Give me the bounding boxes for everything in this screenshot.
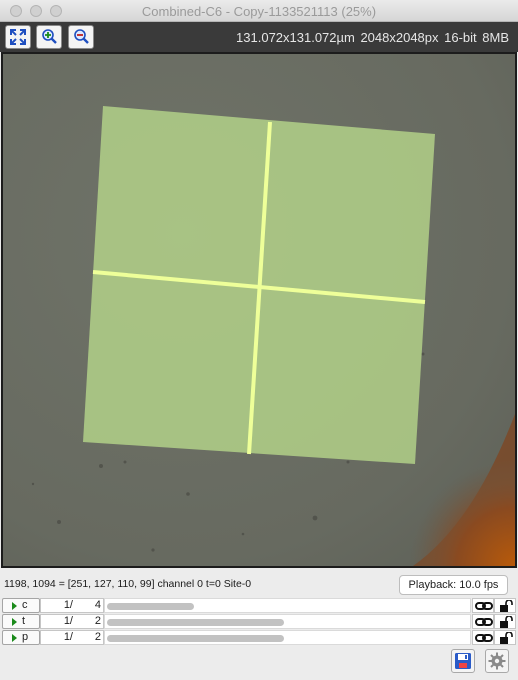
axis-lock-button-t[interactable] (494, 614, 516, 629)
gear-icon (488, 652, 506, 670)
link-icon (475, 634, 493, 642)
play-icon (12, 602, 17, 610)
window-title: Combined-C6 - Copy-1133521113 (25%) (141, 4, 377, 19)
play-icon (12, 634, 17, 642)
axis-lock-button-p[interactable] (494, 630, 516, 645)
axis-scrollbar-c[interactable] (104, 598, 471, 613)
unlock-icon (500, 600, 513, 612)
axis-row-c: c 1/ 4 (0, 598, 518, 614)
toolbar: 131.072x131.072µm 2048x2048px 16-bit 8MB (0, 22, 518, 52)
axis-scrollbar-t[interactable] (104, 614, 471, 629)
axis-link-button-t[interactable] (472, 614, 494, 629)
axis-row-p: p 1/ 2 (0, 630, 518, 646)
zoom-out-button[interactable] (68, 25, 94, 49)
expand-arrows-icon (10, 29, 26, 45)
image-canvas[interactable] (1, 52, 517, 568)
floppy-disk-icon (455, 653, 471, 669)
image-info: 131.072x131.072µm 2048x2048px 16-bit 8MB (236, 30, 509, 45)
scrollbar-thumb[interactable] (107, 603, 194, 610)
bottom-bar (0, 646, 518, 680)
fit-to-window-button[interactable] (5, 25, 31, 49)
zoom-in-button[interactable] (36, 25, 62, 49)
title-bar: Combined-C6 - Copy-1133521113 (25%) (0, 0, 518, 22)
axis-lock-button-c[interactable] (494, 598, 516, 613)
link-icon (475, 618, 493, 626)
unlock-icon (500, 632, 513, 644)
unlock-icon (500, 616, 513, 628)
axis-play-button-c[interactable]: c (2, 598, 40, 613)
settings-button[interactable] (485, 649, 509, 673)
magnifier-minus-icon (74, 29, 89, 44)
stitched-tile-overlay (83, 106, 435, 464)
axis-scrollbar-p[interactable] (104, 630, 471, 645)
axis-position-t[interactable]: 1/ 2 (40, 614, 104, 629)
axis-play-button-p[interactable]: p (2, 630, 40, 645)
save-button[interactable] (451, 649, 475, 673)
play-icon (12, 618, 17, 626)
status-bar: 1198, 1094 = [251, 127, 110, 99] channel… (0, 572, 518, 596)
playback-fps-button[interactable]: Playback: 10.0 fps (399, 575, 508, 595)
microscope-image (3, 54, 515, 566)
scrollbar-thumb[interactable] (107, 635, 284, 642)
axis-link-button-c[interactable] (472, 598, 494, 613)
scrollbar-thumb[interactable] (107, 619, 284, 626)
magnifier-plus-icon (42, 29, 57, 44)
axis-link-button-p[interactable] (472, 630, 494, 645)
axis-row-t: t 1/ 2 (0, 614, 518, 630)
axis-position-c[interactable]: 1/ 4 (40, 598, 104, 613)
pixel-readout: 1198, 1094 = [251, 127, 110, 99] channel… (4, 578, 252, 590)
axis-position-p[interactable]: 1/ 2 (40, 630, 104, 645)
link-icon (475, 602, 493, 610)
axis-play-button-t[interactable]: t (2, 614, 40, 629)
